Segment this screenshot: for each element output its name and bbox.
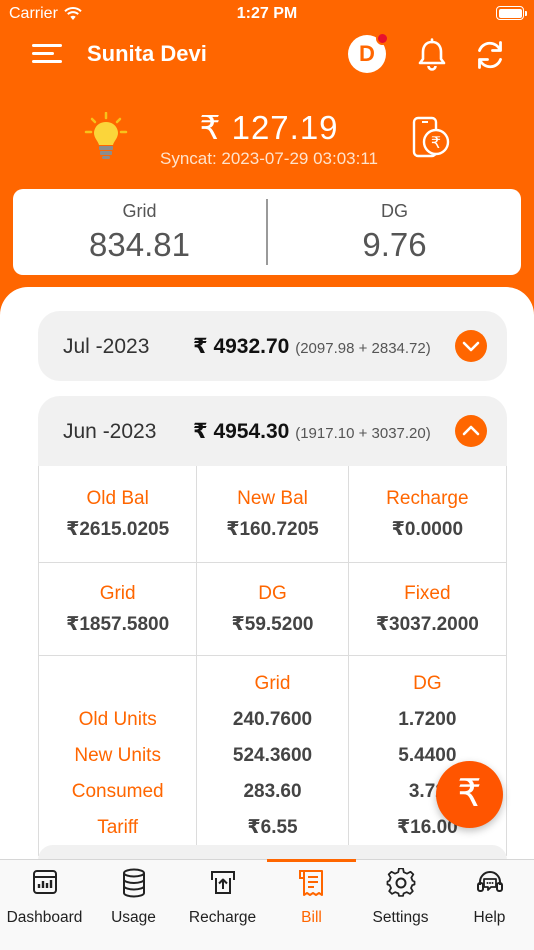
notification-dot (376, 32, 389, 45)
tariff-label: Tariff (97, 817, 139, 838)
expand-button[interactable] (455, 330, 487, 362)
month-breakdown: (1917.10 + 3037.20) (295, 425, 431, 442)
old-units-label: Old Units (78, 709, 157, 730)
nav-settings[interactable]: Settings (356, 860, 445, 950)
fixed-charge-value: ₹3037.2000 (375, 614, 479, 635)
charges-row: Grid ₹1857.5800 DG ₹59.5200 Fixed ₹3037.… (39, 563, 506, 656)
nav-recharge[interactable]: Recharge (178, 860, 267, 950)
phone-rupee-icon[interactable]: ₹ (410, 116, 452, 160)
recharge-label: Recharge (386, 488, 469, 509)
units-grid-header: Grid (254, 673, 291, 694)
bell-icon[interactable] (416, 38, 448, 72)
balance-row: Old Bal ₹2615.0205 New Bal ₹160.7205 Rec… (39, 466, 506, 563)
chevron-up-icon (462, 425, 480, 436)
dg-value: 9.76 (362, 226, 427, 263)
tariff-grid: ₹6.55 (247, 817, 298, 838)
dg-label: DG (381, 201, 408, 221)
collapse-button[interactable] (455, 415, 487, 447)
consumed-label: Consumed (71, 781, 164, 802)
grid-value: 834.81 (89, 226, 190, 263)
gear-icon (386, 868, 415, 897)
bill-icon (298, 870, 323, 896)
nav-label: Usage (111, 909, 156, 926)
grid-charge-value: ₹1857.5800 (66, 614, 170, 635)
fixed-charge-label: Fixed (404, 583, 451, 604)
nav-label: Help (473, 909, 506, 926)
nav-label: Settings (372, 909, 429, 926)
new-units-label: New Units (74, 745, 161, 766)
avatar-initial: D (359, 41, 375, 66)
headset-icon (476, 871, 503, 892)
old-bal-label: Old Bal (86, 488, 149, 509)
grid-label: Grid (122, 201, 157, 221)
month-row-jul[interactable]: Jul -2023 ₹ 4932.70 (2097.98 + 2834.72) (38, 311, 507, 381)
user-name: Sunita Devi (87, 41, 207, 66)
database-icon (122, 868, 145, 898)
rupee-icon: ₹ (457, 773, 482, 815)
new-bal-label: New Bal (237, 488, 308, 509)
new-bal-value: ₹160.7205 (226, 519, 319, 540)
meter-readings-card: Grid 834.81 DG 9.76 (13, 189, 521, 275)
balance-amount: ₹ 127.19 (199, 109, 339, 146)
month-name: Jun -2023 (63, 420, 157, 443)
status-bar: Carrier 1:27 PM (0, 0, 534, 28)
battery-icon (496, 6, 527, 20)
chevron-down-icon (462, 341, 480, 352)
nav-dashboard[interactable]: Dashboard (0, 860, 89, 950)
grid-charge-label: Grid (99, 583, 136, 604)
month-breakdown: (2097.98 + 2834.72) (295, 340, 431, 357)
nav-label: Recharge (188, 909, 257, 926)
menu-icon[interactable] (32, 42, 62, 66)
clock: 1:27 PM (236, 5, 298, 22)
month-total-amount: ₹ 4954.30 (193, 420, 290, 443)
month-total: ₹ 4954.30 (1917.10 + 3037.20) (193, 419, 431, 444)
avatar[interactable]: D (348, 32, 389, 73)
nav-help[interactable]: Help (445, 860, 534, 950)
pay-fab-button[interactable]: ₹ (436, 761, 503, 828)
dg-charge-value: ₹59.5200 (231, 614, 314, 635)
dashboard-icon (32, 870, 57, 894)
bottom-nav: Dashboard Usage Recharge Bill Settings H… (0, 859, 534, 950)
units-row: Old Units New Units Consumed Tariff Grid… (39, 656, 506, 856)
nav-bill[interactable]: Bill (267, 859, 356, 950)
refresh-icon[interactable] (473, 38, 507, 72)
recharge-value: ₹0.0000 (391, 519, 464, 540)
recharge-icon (210, 871, 235, 894)
old-units-grid: 240.7600 (232, 709, 313, 730)
month-row-jun[interactable]: Jun -2023 ₹ 4954.30 (1917.10 + 3037.20) (38, 396, 507, 466)
app-header: Sunita Devi D (0, 28, 534, 84)
month-total-amount: ₹ 4932.70 (193, 335, 290, 358)
month-total: ₹ 4932.70 (2097.98 + 2834.72) (193, 334, 431, 359)
sync-timestamp: Syncat: 2023-07-29 03:03:11 (159, 149, 378, 168)
nav-usage[interactable]: Usage (89, 860, 178, 950)
dg-reading: DG 9.76 (268, 189, 521, 275)
consumed-grid: 283.60 (243, 781, 302, 802)
svg-text:₹: ₹ (431, 133, 441, 152)
bulb-icon (84, 112, 128, 159)
old-units-dg: 1.7200 (398, 709, 457, 730)
dg-charge-label: DG (258, 583, 287, 604)
grid-reading: Grid 834.81 (13, 189, 266, 275)
old-bal-value: ₹2615.0205 (66, 519, 170, 540)
nav-label: Dashboard (6, 909, 83, 926)
month-name: Jul -2023 (63, 335, 150, 358)
units-dg-header: DG (413, 673, 442, 694)
new-units-grid: 524.3600 (232, 745, 313, 766)
nav-label: Bill (301, 909, 322, 926)
